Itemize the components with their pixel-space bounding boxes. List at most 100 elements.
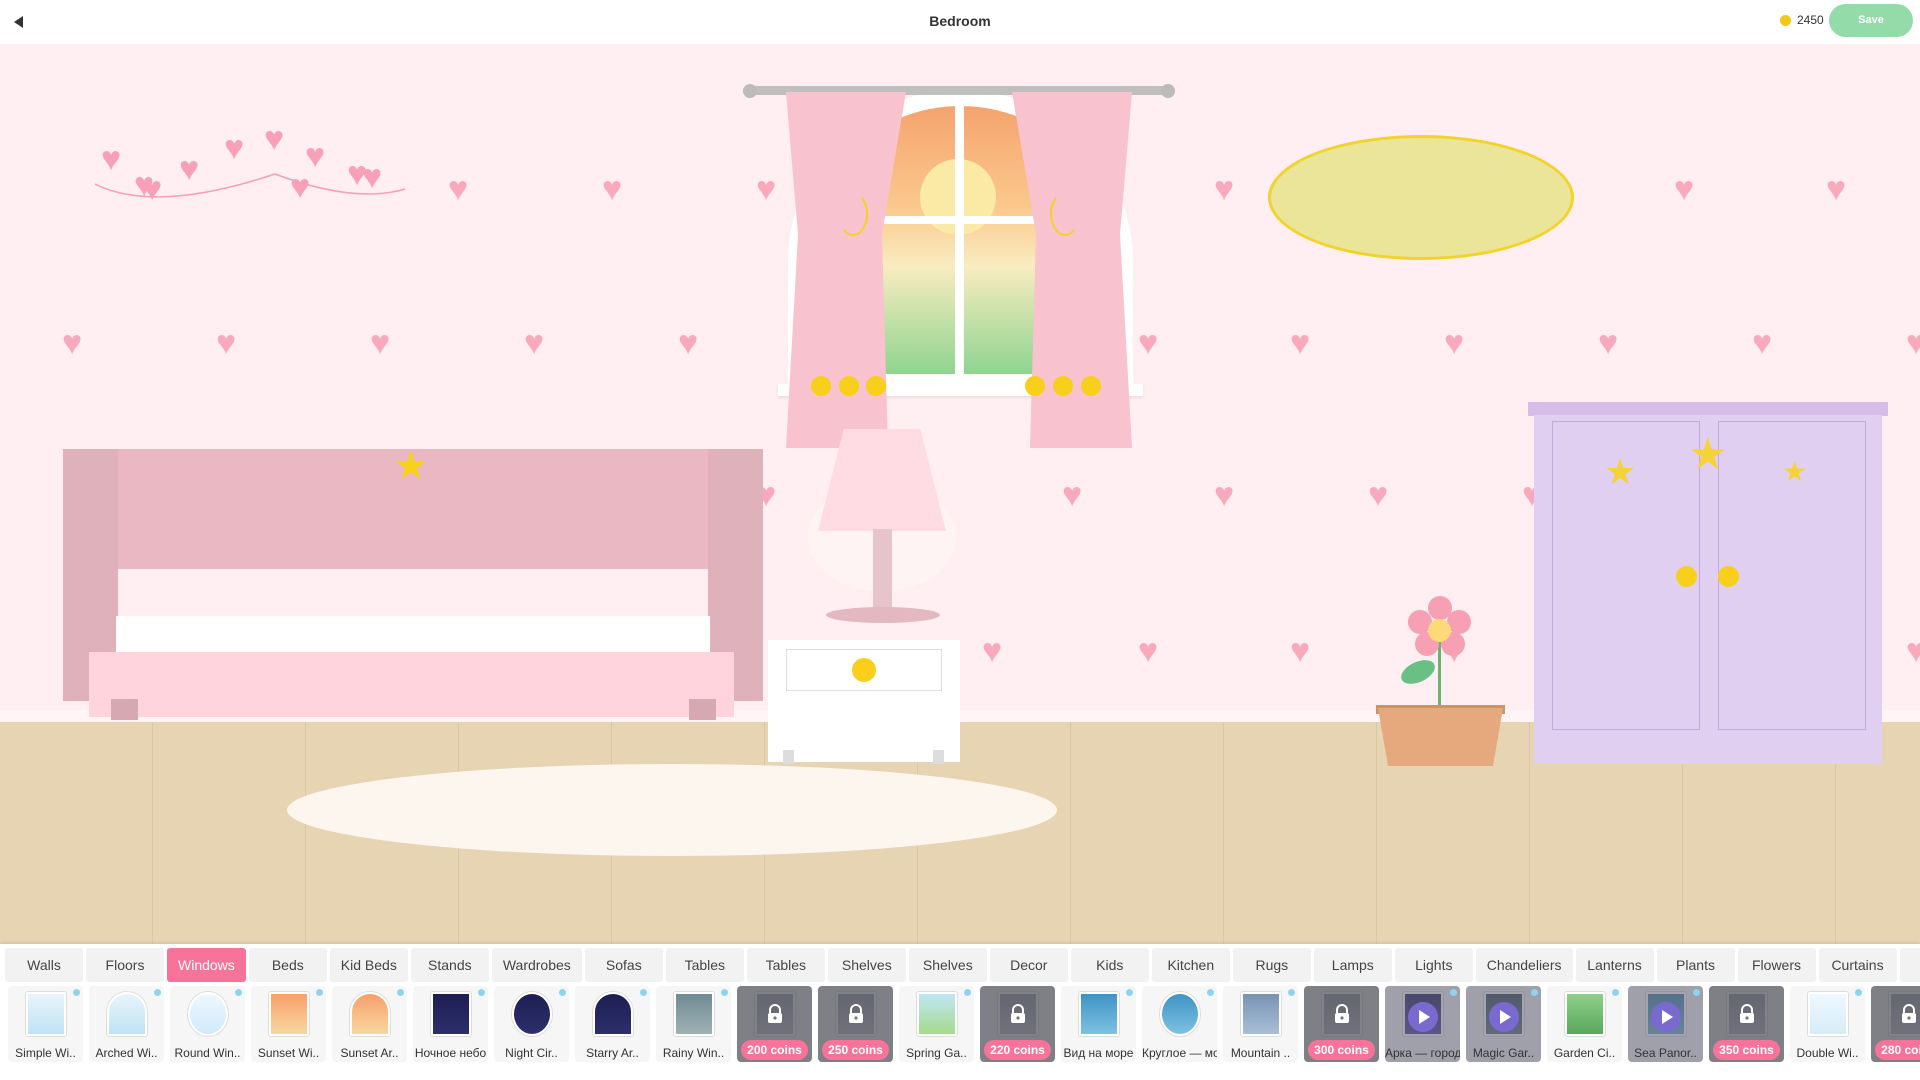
tab-tables[interactable]: Tables bbox=[665, 948, 744, 982]
catalog-item[interactable]: Ночное небо bbox=[413, 986, 488, 1062]
catalog-item[interactable]: Арка — город bbox=[1385, 986, 1460, 1062]
sofa-base bbox=[89, 652, 734, 717]
heart-icon: ♥ bbox=[264, 120, 285, 158]
tab-kitchen[interactable]: Kitchen bbox=[1151, 948, 1230, 982]
star-icon: ★ bbox=[1688, 430, 1728, 479]
coin-balance: 2450 bbox=[1780, 13, 1824, 27]
tab-desk[interactable]: Desk bbox=[1899, 948, 1920, 982]
heart-icon: ♥ bbox=[1062, 476, 1083, 514]
sofa-cushion bbox=[116, 616, 710, 652]
arched-window-icon bbox=[107, 992, 147, 1036]
price-badge: 300 coins bbox=[1308, 1040, 1375, 1060]
heart-icon: ♥ bbox=[1674, 170, 1695, 208]
tab-sofas[interactable]: Sofas bbox=[584, 948, 663, 982]
heart-icon: ♥ bbox=[448, 170, 469, 208]
catalog-item[interactable]: Round Win.. bbox=[170, 986, 245, 1062]
tab-kid-beds[interactable]: Kid Beds bbox=[329, 948, 408, 982]
catalog-item[interactable]: 300 coins bbox=[1304, 986, 1379, 1062]
tab-stands[interactable]: Stands bbox=[410, 948, 489, 982]
item-label: Round Win.. bbox=[174, 1046, 241, 1060]
tab-kids[interactable]: Kids bbox=[1070, 948, 1149, 982]
flower-pot[interactable] bbox=[1378, 708, 1503, 766]
tab-shelves[interactable]: Shelves bbox=[827, 948, 906, 982]
catalog-item[interactable]: Sea Panor.. bbox=[1628, 986, 1703, 1062]
tab-decor[interactable]: Decor bbox=[989, 948, 1068, 982]
tab-walls[interactable]: Walls bbox=[5, 948, 83, 982]
oval-mirror[interactable] bbox=[1268, 135, 1574, 260]
catalog-item[interactable]: Spring Ga.. bbox=[899, 986, 974, 1062]
tab-curtains[interactable]: Curtains bbox=[1818, 948, 1897, 982]
catalog-item[interactable]: Sunset Ar.. bbox=[332, 986, 407, 1062]
flower-center bbox=[1428, 619, 1451, 642]
catalog-item[interactable]: Mountain .. bbox=[1223, 986, 1298, 1062]
tab-lamps[interactable]: Lamps bbox=[1313, 948, 1392, 982]
top-bar: Bedroom 2450 Save bbox=[0, 0, 1920, 44]
play-icon bbox=[1651, 1002, 1681, 1032]
curtain-tieback bbox=[838, 192, 868, 236]
new-indicator-dot bbox=[1612, 989, 1619, 996]
catalog-item[interactable]: Night Cir.. bbox=[494, 986, 569, 1062]
coin-count: 2450 bbox=[1797, 13, 1824, 27]
save-button[interactable]: Save bbox=[1829, 4, 1913, 37]
catalog-item[interactable]: 220 coins bbox=[980, 986, 1055, 1062]
star-icon: ★ bbox=[393, 444, 429, 488]
catalog-item[interactable]: Круглое — море bbox=[1142, 986, 1217, 1062]
heart-icon: ♥ bbox=[101, 140, 122, 178]
tab-windows[interactable]: Windows bbox=[167, 948, 246, 982]
lock-icon bbox=[1335, 1004, 1349, 1023]
item-grid: Simple Wi.. Arched Wi.. Round Win.. Sunset … bbox=[8, 986, 1920, 1062]
catalog-item[interactable]: Simple Wi.. bbox=[8, 986, 83, 1062]
item-label: Mountain .. bbox=[1230, 1046, 1291, 1060]
heart-icon: ♥ bbox=[1752, 324, 1773, 362]
round-sea-window-icon bbox=[1160, 992, 1200, 1036]
tab-rugs[interactable]: Rugs bbox=[1232, 948, 1311, 982]
catalog-item[interactable]: Starry Ar.. bbox=[575, 986, 650, 1062]
tab-shelves[interactable]: Shelves bbox=[908, 948, 987, 982]
tab-plants[interactable]: Plants bbox=[1656, 948, 1735, 982]
heart-icon: ♥ bbox=[1214, 170, 1235, 208]
new-indicator-dot bbox=[235, 989, 242, 996]
drawer-knob bbox=[852, 658, 876, 682]
heart-icon: ♥ bbox=[142, 170, 163, 208]
catalog-item[interactable]: Вид на море bbox=[1061, 986, 1136, 1062]
heart-icon: ♥ bbox=[1290, 324, 1311, 362]
tab-floors[interactable]: Floors bbox=[86, 948, 164, 982]
tab-tables[interactable]: Tables bbox=[746, 948, 825, 982]
lock-icon bbox=[1902, 1004, 1916, 1023]
new-indicator-dot bbox=[73, 989, 80, 996]
tab-flowers[interactable]: Flowers bbox=[1737, 948, 1816, 982]
sofa-leg bbox=[111, 699, 138, 720]
catalog-item[interactable]: Double Wi.. bbox=[1790, 986, 1865, 1062]
tab-lanterns[interactable]: Lanterns bbox=[1575, 948, 1654, 982]
heart-icon: ♥ bbox=[678, 324, 699, 362]
curtain-bobble bbox=[811, 376, 831, 396]
catalog-item[interactable]: Rainy Win.. bbox=[656, 986, 731, 1062]
heart-icon: ♥ bbox=[62, 324, 83, 362]
catalog-item[interactable]: Magic Gar.. bbox=[1466, 986, 1541, 1062]
catalog-item[interactable]: 350 coins bbox=[1709, 986, 1784, 1062]
catalog-item[interactable]: 200 coins bbox=[737, 986, 812, 1062]
tab-lights[interactable]: Lights bbox=[1394, 948, 1473, 982]
garden-window-icon bbox=[1565, 992, 1605, 1036]
item-label: Вид на море bbox=[1063, 1046, 1134, 1060]
catalog-item[interactable]: 280 coins bbox=[1871, 986, 1920, 1062]
lock-icon bbox=[1011, 1004, 1025, 1023]
new-indicator-dot bbox=[1855, 989, 1862, 996]
tab-chandeliers[interactable]: Chandeliers bbox=[1475, 948, 1573, 982]
catalog-item[interactable]: Sunset Wi.. bbox=[251, 986, 326, 1062]
item-label: Spring Ga.. bbox=[906, 1046, 967, 1060]
double-window-icon bbox=[1808, 992, 1848, 1036]
oval-rug[interactable] bbox=[287, 764, 1057, 856]
tab-wardrobes[interactable]: Wardrobes bbox=[491, 948, 582, 982]
catalog-item[interactable]: Arched Wi.. bbox=[89, 986, 164, 1062]
lock-icon bbox=[1740, 1004, 1754, 1023]
catalog-item[interactable]: 250 coins bbox=[818, 986, 893, 1062]
catalog-item[interactable]: Garden Ci.. bbox=[1547, 986, 1622, 1062]
rod-end-cap bbox=[743, 84, 757, 98]
price-badge: 350 coins bbox=[1713, 1040, 1780, 1060]
new-indicator-dot bbox=[1531, 989, 1538, 996]
tab-beds[interactable]: Beds bbox=[248, 948, 327, 982]
room-canvas[interactable]: ♥♥♥♥♥♥♥♥♥♥♥♥♥♥♥♥♥♥♥♥♥♥♥♥♥♥♥♥ ♥♥♥♥♥♥♥♥♥♥ … bbox=[0, 44, 1920, 1044]
heart-icon: ♥ bbox=[1368, 476, 1389, 514]
new-indicator-dot bbox=[640, 989, 647, 996]
